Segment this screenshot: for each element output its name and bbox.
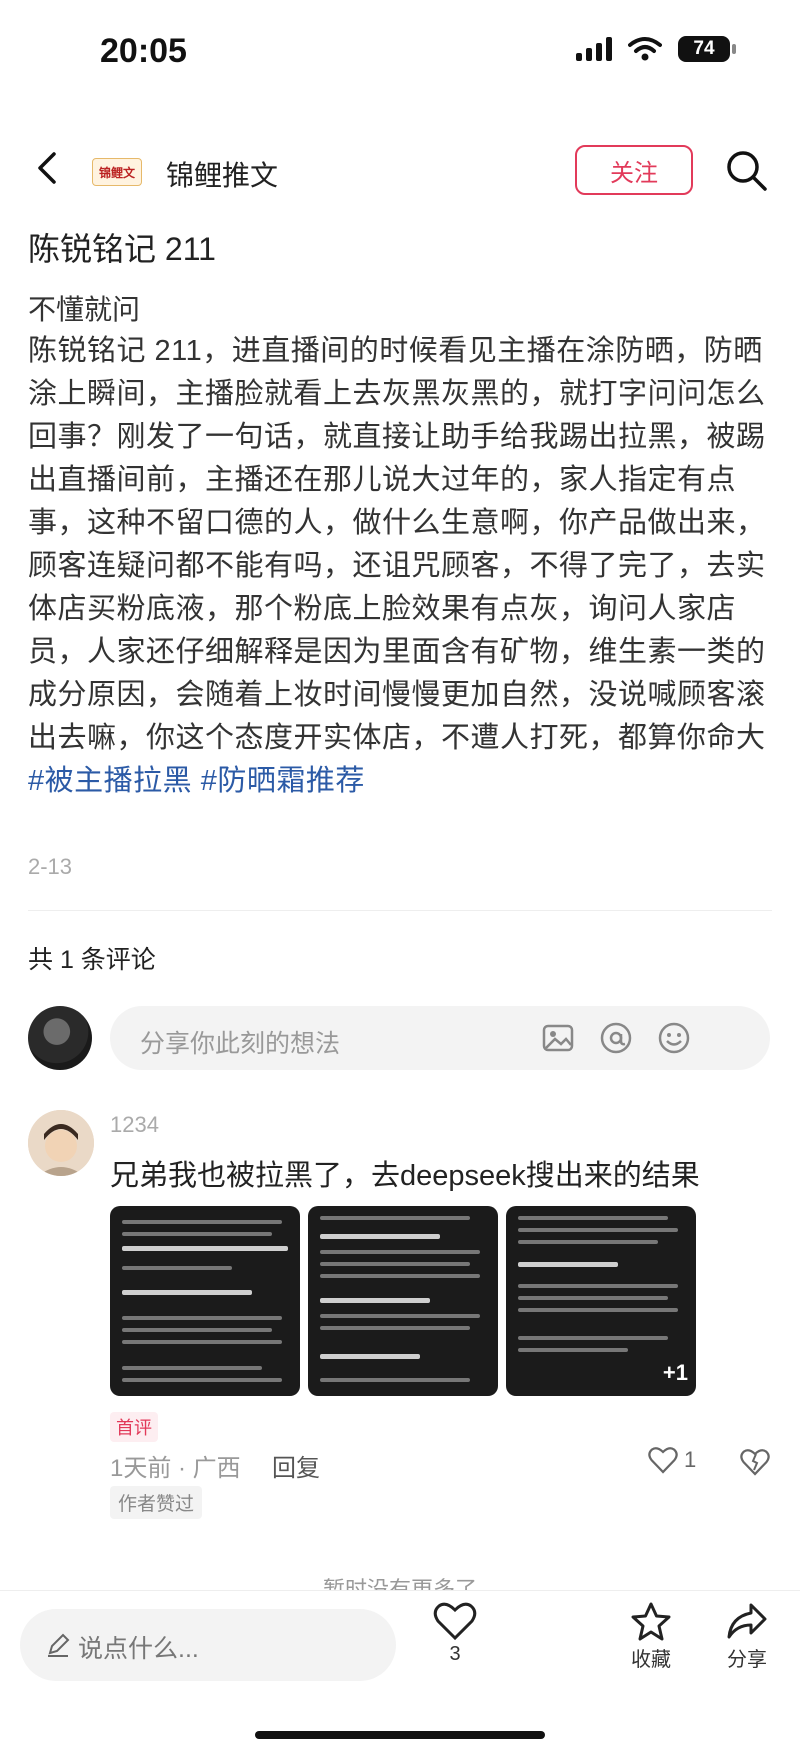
collect-label: 收藏 — [631, 1649, 671, 1671]
say-something-input[interactable]: 说点什么... — [20, 1609, 396, 1681]
comment-input-placeholder: 分享你此刻的想法 — [140, 1030, 341, 1058]
post-tag[interactable]: #防晒霜推荐 — [201, 765, 365, 797]
first-comment-badge: 首评 — [110, 1412, 158, 1442]
share-label: 分享 — [727, 1649, 767, 1671]
comment-count: 共 1 条评论 — [28, 946, 156, 974]
account-logo[interactable]: 锦鲤文 — [92, 158, 142, 186]
at-icon[interactable] — [598, 1020, 634, 1056]
like-count: 3 — [449, 1643, 461, 1665]
search-icon[interactable] — [724, 148, 770, 194]
battery-indicator: 74 — [678, 36, 736, 62]
wifi-icon — [628, 37, 662, 61]
share-button[interactable]: 分享 — [712, 1601, 782, 1672]
emoji-icon[interactable] — [656, 1020, 692, 1056]
post-title: 陈锐铭记 211 — [28, 231, 216, 267]
pen-icon — [48, 1633, 70, 1657]
like-button[interactable]: 3 — [420, 1601, 490, 1666]
reply-button[interactable]: 回复 — [272, 1448, 320, 1483]
comment-like-count: 1 — [684, 1447, 697, 1472]
signal-icon — [576, 37, 612, 61]
back-icon[interactable] — [28, 148, 68, 188]
post-subtitle: 不懂就问 — [28, 294, 141, 325]
avatar[interactable] — [28, 1006, 92, 1070]
more-images-count: +1 — [662, 1360, 688, 1385]
author-liked-badge: 作者赞过 — [110, 1486, 203, 1519]
comment-image[interactable] — [308, 1206, 498, 1396]
status-bar: 20:05 74 — [0, 0, 800, 100]
status-icons: 74 — [576, 36, 736, 62]
avatar[interactable] — [28, 1110, 94, 1176]
nav-bar: 锦鲤文 锦鲤推文 关注 — [0, 130, 800, 214]
post-body-text: 陈锐铭记 211，进直播间的时候看见主播在涂防晒，防晒涂上瞬间，主播脸就看上去灰… — [28, 335, 766, 754]
share-icon — [727, 1603, 767, 1639]
dislike-icon[interactable] — [740, 1446, 770, 1476]
comment-text: 兄弟我也被拉黑了，去deepseek搜出来的结果 — [110, 1160, 700, 1192]
comment-image[interactable] — [110, 1206, 300, 1396]
comment-username[interactable]: 1234 — [110, 1112, 159, 1138]
status-time: 20:05 — [100, 32, 187, 70]
account-name[interactable]: 锦鲤推文 — [166, 154, 278, 194]
comment-like-button[interactable]: 1 — [648, 1446, 696, 1474]
comment-meta: 1天前 · 广西 — [110, 1455, 241, 1482]
bottom-bar: 说点什么... 3 收藏 分享 — [0, 1590, 800, 1748]
star-icon — [631, 1602, 671, 1641]
post-date: 2-13 — [28, 854, 73, 879]
post-body: 陈锐铭记 211，进直播间的时候看见主播在涂防晒，防晒涂上瞬间，主播脸就看上去灰… — [28, 330, 776, 803]
collect-button[interactable]: 收藏 — [616, 1601, 686, 1672]
image-icon[interactable] — [540, 1020, 576, 1056]
follow-button[interactable]: 关注 — [575, 145, 693, 195]
comment-input[interactable]: 分享你此刻的想法 — [110, 1006, 770, 1070]
comment-image[interactable]: +1 — [506, 1206, 696, 1396]
say-placeholder: 说点什么... — [78, 1635, 199, 1663]
comment-images: +1 — [110, 1206, 696, 1396]
heart-icon — [648, 1447, 678, 1474]
divider — [28, 910, 772, 911]
post-tag[interactable]: #被主播拉黑 — [28, 765, 192, 797]
home-indicator — [255, 1731, 545, 1739]
heart-icon — [433, 1602, 477, 1641]
